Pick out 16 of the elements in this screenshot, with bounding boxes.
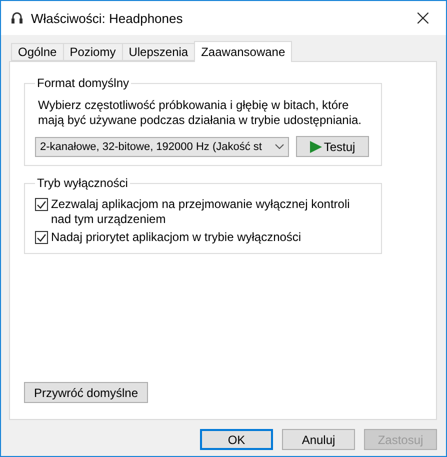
dialog-button[interactable]: OK bbox=[200, 429, 273, 450]
tab[interactable]: Ogólne bbox=[11, 43, 64, 61]
group-title: Tryb wyłączności bbox=[36, 176, 129, 190]
dialog-button[interactable]: Anuluj bbox=[282, 429, 355, 450]
checkbox-label: Nadaj priorytet aplikacjom w trybie wyłączności bbox=[51, 230, 302, 245]
tab[interactable]: Ulepszenia bbox=[122, 43, 196, 61]
window-title: Właściwości: Headphones bbox=[31, 10, 184, 26]
tab[interactable]: Poziomy bbox=[62, 43, 123, 61]
group-title: Format domyślny bbox=[36, 76, 130, 90]
test-button[interactable]: Testuj bbox=[296, 136, 369, 157]
description-text: Wybierz częstotliwość próbkowania i głębię w bitach, które mają być używane podczas działania w trybie udostępniania. bbox=[38, 98, 363, 128]
close-button[interactable]: × bbox=[400, 1, 446, 35]
format-dropdown[interactable]: 2-kanałowe, 32-bitowe, 192000 Hz (Jakość st bbox=[35, 136, 289, 156]
checkbox-label: Zezwalaj aplikacjom na przejmowanie wyłącznej kontroli nad tym urządzeniem bbox=[51, 197, 351, 227]
tab[interactable]: Zaawansowane bbox=[194, 41, 292, 62]
restore-defaults-button[interactable]: Przywróć domyślne bbox=[24, 382, 148, 403]
